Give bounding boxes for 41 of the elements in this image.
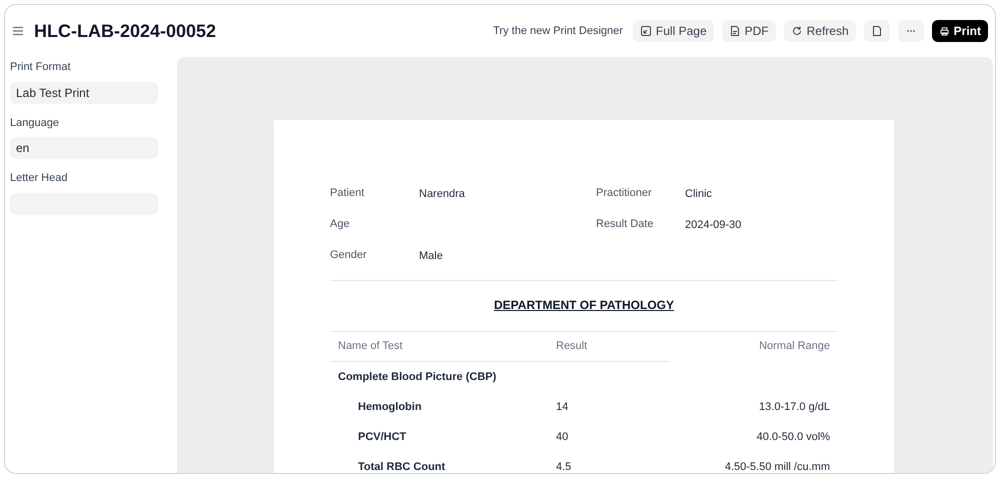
table-cell-text: 40.0-50.0 vol% — [756, 430, 831, 445]
field-label: Letter Head — [10, 171, 68, 186]
field-label: Practitioner — [596, 186, 653, 201]
pdf-button[interactable]: PDF — [722, 20, 776, 42]
refresh-button[interactable]: Refresh — [784, 20, 856, 42]
expand-icon — [640, 25, 652, 37]
field-label: Gender — [330, 248, 368, 263]
field-value: Narendra — [419, 187, 466, 201]
table-cell-text: 40 — [556, 430, 570, 445]
new-page-button[interactable] — [864, 20, 890, 42]
field-value: Male — [419, 249, 444, 263]
section-heading: DEPARTMENT OF PATHOLOGY — [493, 297, 675, 314]
refresh-icon — [790, 25, 803, 37]
field-label: Patient — [330, 186, 366, 201]
table-cell-text: 13.0-17.0 g/dL — [758, 400, 831, 415]
table-cell-text: Complete Blood Picture (CBP) — [337, 370, 496, 385]
full-page-button[interactable]: Full Page — [632, 20, 714, 42]
column-header: Normal Range — [758, 339, 831, 354]
field-label: Print Format — [10, 60, 72, 75]
table-cell-text: Hemoglobin — [357, 400, 423, 415]
field-label: Result Date — [596, 217, 654, 232]
print-button[interactable]: Print — [932, 20, 988, 42]
input-field[interactable]: en — [10, 137, 158, 159]
page-icon — [870, 25, 883, 37]
page-title: HLC-LAB-2024-00052 — [34, 20, 216, 42]
table-cell-text: 4.5 — [556, 460, 572, 473]
field-value: 2024-09-30 — [685, 218, 742, 232]
print-designer-link[interactable]: Try the new Print Designer — [493, 22, 623, 40]
printer-icon — [938, 26, 950, 36]
document-icon — [728, 25, 741, 37]
field-value: Clinic — [685, 187, 713, 201]
field-label: Language — [10, 116, 60, 130]
table-cell-text: 14 — [556, 400, 570, 415]
menu-icon[interactable] — [12, 25, 24, 37]
table-cell-text: PCV/HCT — [357, 430, 408, 445]
table-cell-text: Total RBC Count — [357, 460, 446, 473]
field-label: Age — [330, 217, 351, 232]
column-header: Result — [556, 339, 588, 354]
column-header: Name of Test — [337, 339, 404, 354]
input-field[interactable]: Lab Test Print — [10, 82, 158, 104]
table-cell-text: 4.50-5.50 mill /cu.mm — [724, 460, 831, 473]
